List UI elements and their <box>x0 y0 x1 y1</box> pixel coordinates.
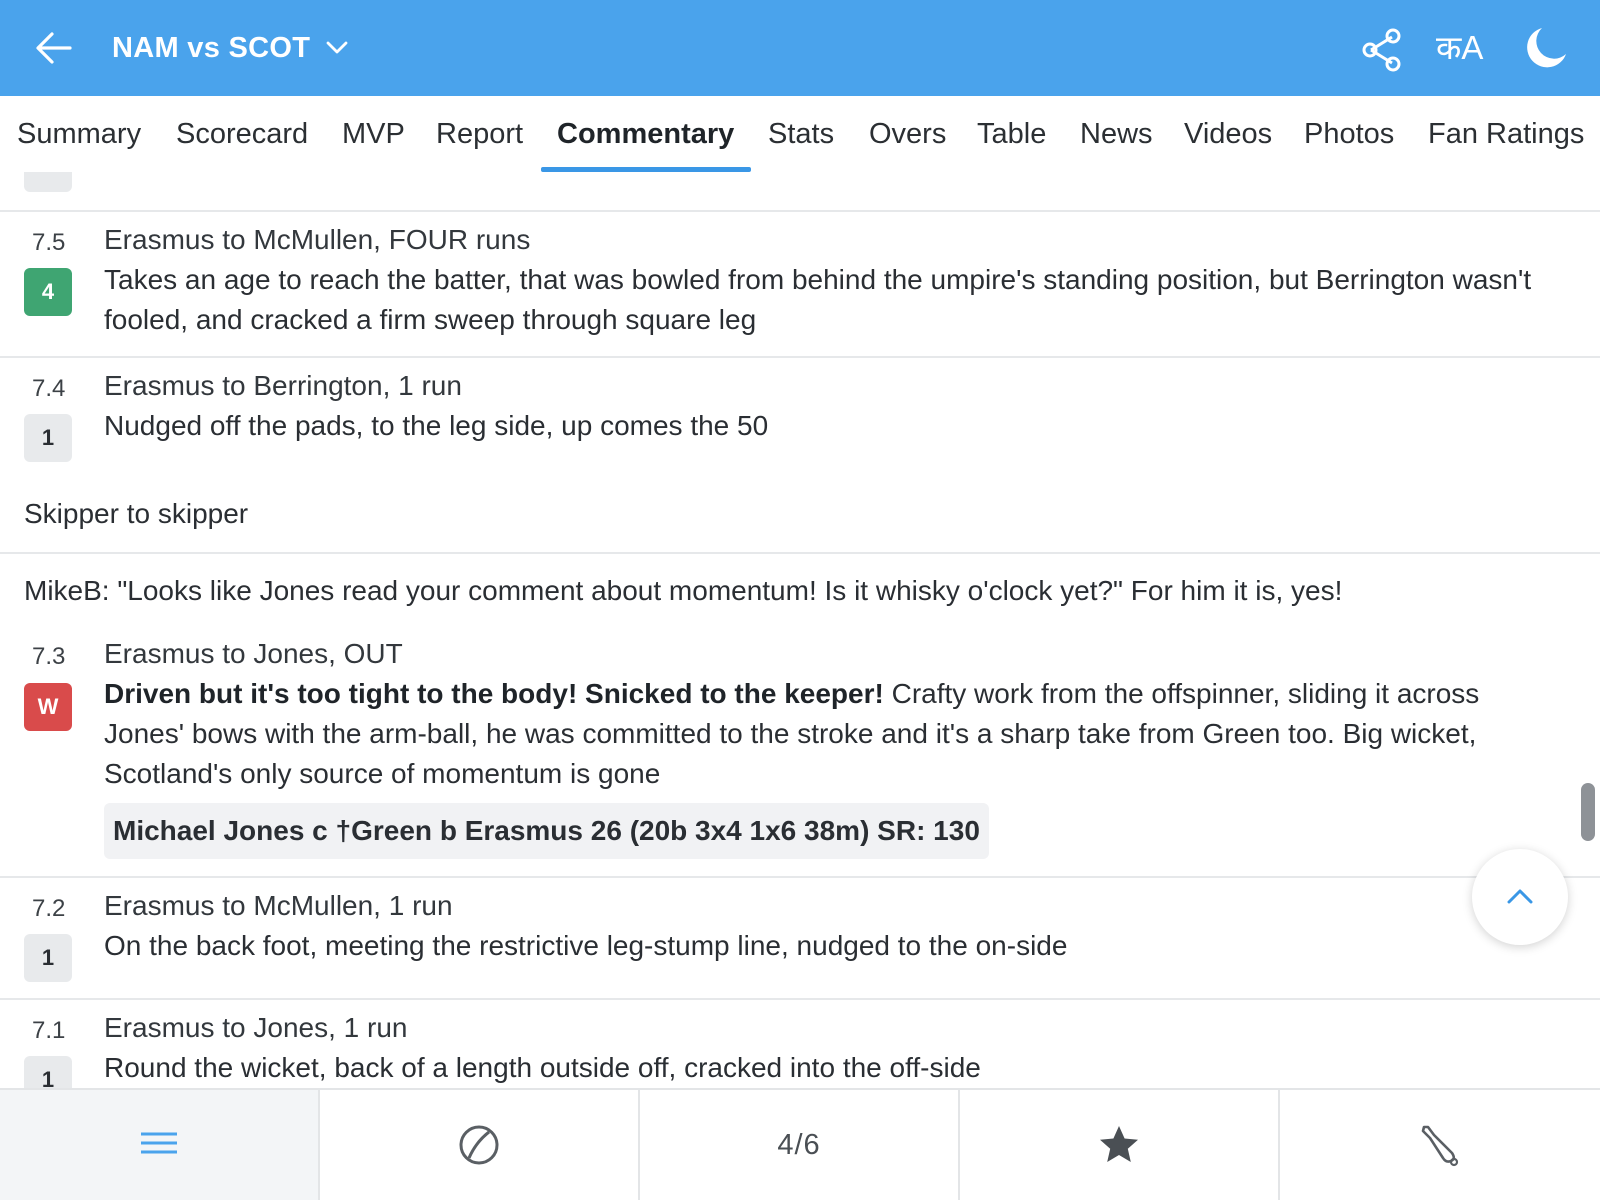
tab-fan-ratings[interactable]: Fan Ratings <box>1428 96 1584 172</box>
divider <box>0 210 1600 212</box>
scrollbar-thumb[interactable] <box>1581 783 1595 841</box>
tab-mvp[interactable]: MVP <box>342 96 405 172</box>
moon-icon[interactable] <box>1522 24 1570 72</box>
ball-badge-clipped <box>24 172 72 192</box>
batting-filter-button[interactable] <box>1280 1090 1600 1200</box>
wicket-badge: W <box>24 683 72 731</box>
divider <box>0 876 1600 878</box>
run-badge: 1 <box>24 934 72 982</box>
tab-table[interactable]: Table <box>977 96 1046 172</box>
menu-lines-icon <box>141 1132 177 1154</box>
chevron-up-icon <box>1507 889 1533 904</box>
tab-summary[interactable]: Summary <box>17 96 141 172</box>
tab-videos[interactable]: Videos <box>1184 96 1272 172</box>
match-title: NAM vs SCOT <box>112 31 311 64</box>
reader-comment: MikeB: "Looks like Jones read your comme… <box>24 575 1343 606</box>
app-header: NAM vs SCOT कA <box>0 0 1600 96</box>
ball-description: Round the wicket, back of a length outsi… <box>104 1052 981 1083</box>
ball-headline: Erasmus to McMullen, 1 run <box>104 890 453 921</box>
bottom-nav: 4/6 <box>0 1088 1600 1200</box>
tab-news[interactable]: News <box>1080 96 1153 172</box>
tab-overs[interactable]: Overs <box>869 96 946 172</box>
ball-description: Driven but it's too tight to the body! S… <box>104 674 1564 794</box>
run-badge: 1 <box>24 1056 72 1088</box>
star-icon <box>1100 1126 1138 1162</box>
ball-description: Takes an age to reach the batter, that w… <box>104 264 1532 335</box>
ball-headline: Erasmus to McMullen, FOUR runs <box>104 224 531 255</box>
ball-icon <box>459 1125 499 1165</box>
over-number: 7.2 <box>32 895 66 922</box>
pager-label: 4/6 <box>777 1128 821 1161</box>
commentary-note: Skipper to skipper <box>24 498 249 529</box>
ball-headline: Erasmus to Berrington, 1 run <box>104 370 462 401</box>
ball-description: On the back foot, meeting the restrictiv… <box>104 930 1068 961</box>
tab-report[interactable]: Report <box>436 96 523 172</box>
divider <box>0 356 1600 358</box>
cricket-bat-icon <box>1421 1125 1459 1167</box>
run-badge: 1 <box>24 414 72 462</box>
chevron-down-icon <box>326 41 348 54</box>
over-number: 7.1 <box>32 1017 66 1044</box>
ball-filter-button[interactable] <box>320 1090 640 1200</box>
back-arrow-icon[interactable] <box>34 28 74 68</box>
ball-description: Nudged off the pads, to the leg side, up… <box>104 410 769 441</box>
back-to-top-button[interactable] <box>1472 849 1568 945</box>
tab-commentary[interactable]: Commentary <box>557 96 734 172</box>
four-badge: 4 <box>24 268 72 316</box>
over-number: 7.5 <box>32 229 66 256</box>
tab-scorecard[interactable]: Scorecard <box>176 96 308 172</box>
tab-stats[interactable]: Stats <box>768 96 834 172</box>
dismissal-summary[interactable]: Michael Jones c †Green b Erasmus 26 (20b… <box>104 803 989 859</box>
commentary-list[interactable]: 7.5 4 Erasmus to McMullen, FOUR runs Tak… <box>0 172 1600 1088</box>
ball-description-highlight: Driven but it's too tight to the body! S… <box>104 678 884 709</box>
language-toggle-icon[interactable]: कA <box>1436 28 1483 68</box>
divider <box>0 998 1600 1000</box>
highlights-button[interactable] <box>960 1090 1280 1200</box>
ball-headline: Erasmus to Jones, 1 run <box>104 1012 408 1043</box>
ball-headline: Erasmus to Jones, OUT <box>104 638 403 669</box>
over-number: 7.4 <box>32 375 66 402</box>
tab-photos[interactable]: Photos <box>1304 96 1394 172</box>
commentary-menu-button[interactable] <box>0 1090 320 1200</box>
innings-pager[interactable]: 4/6 <box>640 1090 960 1200</box>
divider <box>0 552 1600 554</box>
match-title-dropdown[interactable]: NAM vs SCOT <box>112 28 348 68</box>
share-icon[interactable] <box>1362 28 1402 72</box>
match-tabs: Summary Scorecard MVP Report Commentary … <box>0 96 1600 172</box>
over-number: 7.3 <box>32 643 66 670</box>
